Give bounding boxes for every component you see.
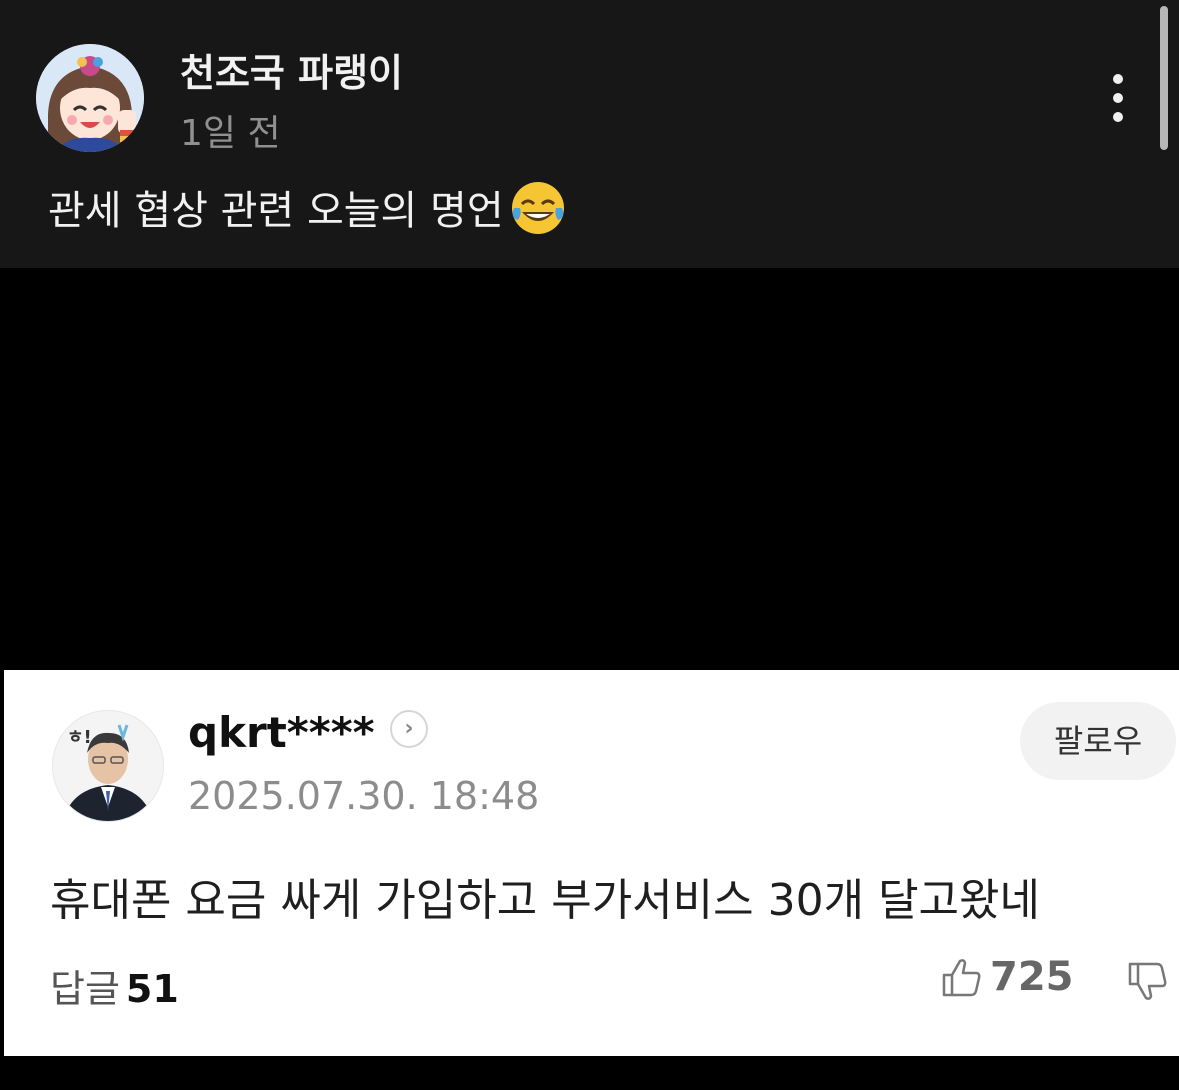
author-avatar[interactable] <box>36 44 144 152</box>
avatar-illustration <box>36 44 144 152</box>
replies-count: 51 <box>125 967 179 1011</box>
avatar-tag: ㅎ! <box>67 727 92 748</box>
like-button[interactable]: 725 <box>940 954 1074 1004</box>
post-text: 관세 협상 관련 오늘의 명언 <box>48 178 568 238</box>
follow-button[interactable]: 팔로우 <box>1020 702 1176 780</box>
scrollbar[interactable] <box>1160 6 1168 150</box>
like-count: 725 <box>990 954 1074 1000</box>
replies-label: 답글 <box>50 967 120 1011</box>
commenter-username[interactable]: qkrt**** <box>188 708 375 757</box>
replies-link[interactable]: 답글 51 <box>50 958 179 1013</box>
post-header: 천조국 파랭이 1일 전 관세 협상 관련 오늘의 명언 <box>0 0 1179 268</box>
chevron-right-icon[interactable]: › <box>390 710 428 748</box>
thumbs-up-icon <box>940 959 984 997</box>
thumbs-down-icon[interactable] <box>1126 960 1176 1010</box>
comment-date: 2025.07.30. 18:48 <box>188 774 540 818</box>
comment-text: 휴대폰 요금 싸게 가입하고 부가서비스 30개 달고왔네 <box>50 875 1040 926</box>
comment-card: ㅎ! qkrt**** › 2025.07.30. 18:48 팔로우 휴대폰 … <box>4 670 1179 1056</box>
commenter-avatar[interactable]: ㅎ! <box>52 710 164 822</box>
more-options-icon[interactable] <box>1100 70 1136 126</box>
post-text-body: 관세 협상 관련 오늘의 명언 <box>48 188 504 234</box>
face-with-tears-of-joy-icon <box>508 178 568 238</box>
post-timestamp: 1일 전 <box>180 113 281 154</box>
author-name[interactable]: 천조국 파랭이 <box>180 42 403 97</box>
